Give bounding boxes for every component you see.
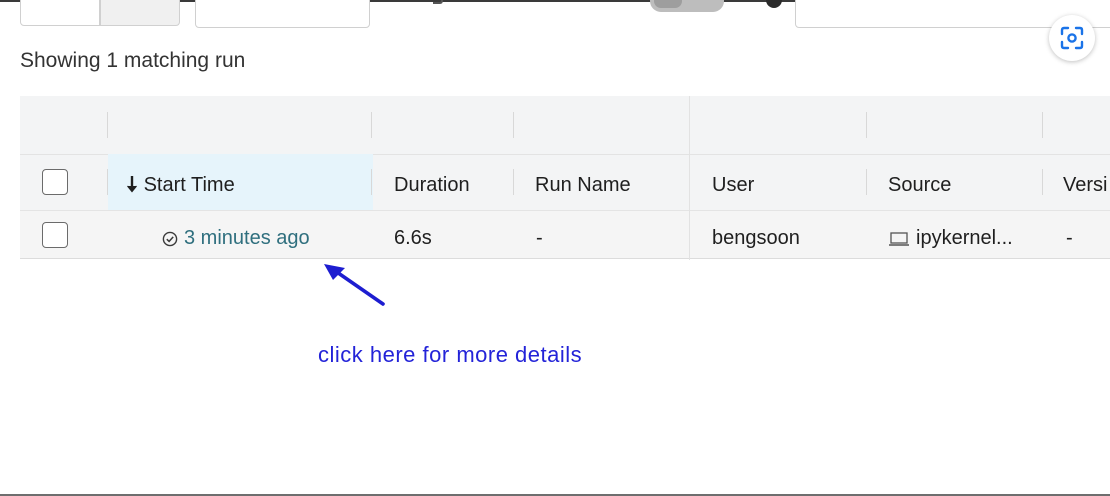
arrow-down-icon	[127, 176, 137, 193]
column-separator	[107, 112, 108, 138]
results-count: Showing 1 matching run	[20, 49, 246, 72]
view-toggle-table-button[interactable]	[20, 0, 100, 26]
row-checkbox[interactable]	[42, 222, 68, 248]
source-cell[interactable]: ipykernel...	[888, 227, 1013, 250]
column-header-duration[interactable]: Duration	[394, 174, 470, 197]
toolbar-label-fragment	[433, 0, 443, 4]
column-separator	[513, 169, 514, 195]
annotation-arrow	[324, 264, 385, 306]
start-time-cell[interactable]: 3 minutes ago	[162, 227, 310, 250]
column-header-source[interactable]: Source	[888, 174, 951, 197]
visual-search-button[interactable]	[1049, 15, 1095, 61]
toggle-switch[interactable]	[650, 0, 724, 12]
column-header-start-time[interactable]: Start Time	[126, 174, 235, 197]
column-separator	[866, 169, 867, 195]
column-separator	[866, 112, 867, 138]
column-group-header	[20, 96, 1110, 154]
column-header-label: Start Time	[143, 174, 235, 196]
duration-cell: 6.6s	[394, 227, 432, 249]
source-value: ipykernel...	[916, 227, 1013, 249]
annotation-text: click here for more details	[318, 342, 583, 367]
check-circle-icon	[162, 231, 178, 246]
start-time-value: 3 minutes ago	[184, 227, 310, 249]
column-group-divider	[689, 96, 690, 260]
run-link[interactable]: 3 minutes ago	[162, 227, 310, 250]
column-separator	[371, 112, 372, 138]
column-separator	[371, 169, 372, 195]
column-separator	[107, 169, 108, 195]
view-toggle-chart-button[interactable]	[100, 0, 180, 26]
column-header-run-name[interactable]: Run Name	[535, 174, 631, 197]
column-header-user[interactable]: User	[712, 174, 754, 197]
version-cell: -	[1066, 227, 1073, 249]
column-separator	[513, 112, 514, 138]
column-separator	[1042, 169, 1043, 195]
column-header-version[interactable]: Versi	[1063, 174, 1110, 197]
run-name-cell: -	[536, 227, 543, 249]
column-separator	[1042, 112, 1043, 138]
user-cell: bengsoon	[712, 227, 800, 249]
runs-table: Start Time Duration Run Name User Source…	[20, 96, 1110, 260]
laptop-icon	[889, 231, 909, 246]
lens-icon	[1060, 26, 1084, 50]
filter-dropdown[interactable]	[195, 0, 370, 28]
select-all-checkbox[interactable]	[42, 169, 68, 195]
info-icon[interactable]	[766, 0, 782, 8]
